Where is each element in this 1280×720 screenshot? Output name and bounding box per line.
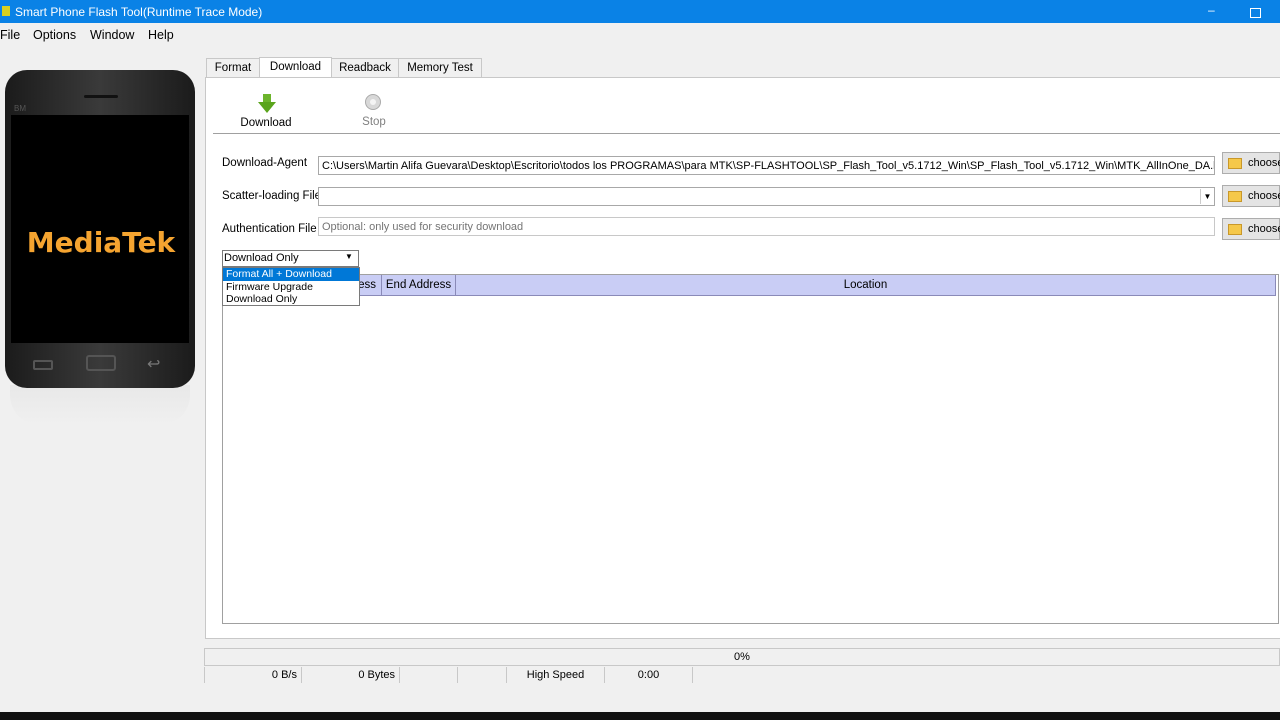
download-agent-field[interactable]: C:\Users\Martin Alifa Guevara\Desktop\Es… — [318, 156, 1215, 175]
column-location[interactable]: Location — [456, 275, 1276, 296]
screen-bottom-border — [0, 712, 1280, 720]
folder-icon — [1228, 158, 1242, 169]
scatter-file-select[interactable] — [318, 187, 1215, 206]
download-agent-label: Download-Agent — [222, 157, 308, 169]
scatter-dropdown-arrow-icon[interactable]: ▼ — [1200, 189, 1214, 204]
window-title: Smart Phone Flash Tool(Runtime Trace Mod… — [15, 5, 263, 19]
toolbar-separator — [213, 133, 1280, 134]
menu-key-icon — [33, 360, 53, 370]
status-bytes: 0 Bytes — [302, 667, 400, 683]
progress-bar: 0% — [204, 648, 1280, 666]
status-usb-mode: High Speed — [507, 667, 605, 683]
download-mode-select[interactable]: Download Only — [222, 250, 359, 267]
stop-icon[interactable] — [365, 94, 381, 110]
phone-model-label: BM — [14, 104, 26, 113]
status-bar: 0 B/s 0 Bytes High Speed 0:00 — [204, 667, 1280, 683]
status-elapsed-time: 0:00 — [605, 667, 693, 683]
back-key-icon: ↩ — [147, 356, 161, 373]
auth-file-label: Authentication File — [222, 223, 317, 235]
choose-scatter-button[interactable]: choose — [1222, 185, 1280, 207]
minimize-icon[interactable]: – — [1208, 3, 1215, 17]
mediatek-logo: MediaTek — [26, 226, 176, 259]
option-format-all-download[interactable]: Format All + Download — [223, 268, 359, 281]
phone-reflection — [10, 385, 190, 425]
folder-icon — [1228, 224, 1242, 235]
tab-readback[interactable]: Readback — [331, 58, 399, 78]
menu-help[interactable]: Help — [148, 28, 174, 42]
download-button[interactable]: Download — [236, 117, 296, 129]
tab-download[interactable]: Download — [259, 57, 332, 79]
option-firmware-upgrade[interactable]: Firmware Upgrade — [223, 281, 359, 294]
partition-table[interactable] — [222, 274, 1279, 624]
status-speed: 0 B/s — [204, 667, 302, 683]
stop-button[interactable]: Stop — [344, 116, 404, 128]
scatter-file-label: Scatter-loading File — [222, 190, 322, 202]
choose-download-agent-button[interactable]: choose — [1222, 152, 1280, 174]
menu-options[interactable]: Options — [33, 28, 76, 42]
column-end-address[interactable]: End Address — [382, 275, 456, 296]
download-mode-options: Format All + Download Firmware Upgrade D… — [222, 267, 360, 306]
auth-file-field[interactable] — [318, 217, 1215, 236]
home-key-icon — [86, 355, 116, 371]
choose-auth-button[interactable]: choose — [1222, 218, 1280, 240]
folder-icon — [1228, 191, 1242, 202]
app-icon — [2, 6, 10, 16]
status-empty-1 — [400, 667, 458, 683]
phone-speaker — [84, 95, 118, 98]
tab-memory-test[interactable]: Memory Test — [398, 58, 482, 78]
menu-bar — [0, 24, 1280, 45]
status-empty-2 — [458, 667, 507, 683]
option-download-only[interactable]: Download Only — [223, 293, 359, 306]
tab-format[interactable]: Format — [206, 58, 260, 78]
download-arrow-icon[interactable] — [258, 94, 276, 117]
menu-file[interactable]: File — [0, 28, 20, 42]
maximize-icon[interactable] — [1250, 8, 1261, 18]
mode-dropdown-arrow-icon[interactable]: ▼ — [345, 252, 353, 261]
menu-window[interactable]: Window — [90, 28, 134, 42]
